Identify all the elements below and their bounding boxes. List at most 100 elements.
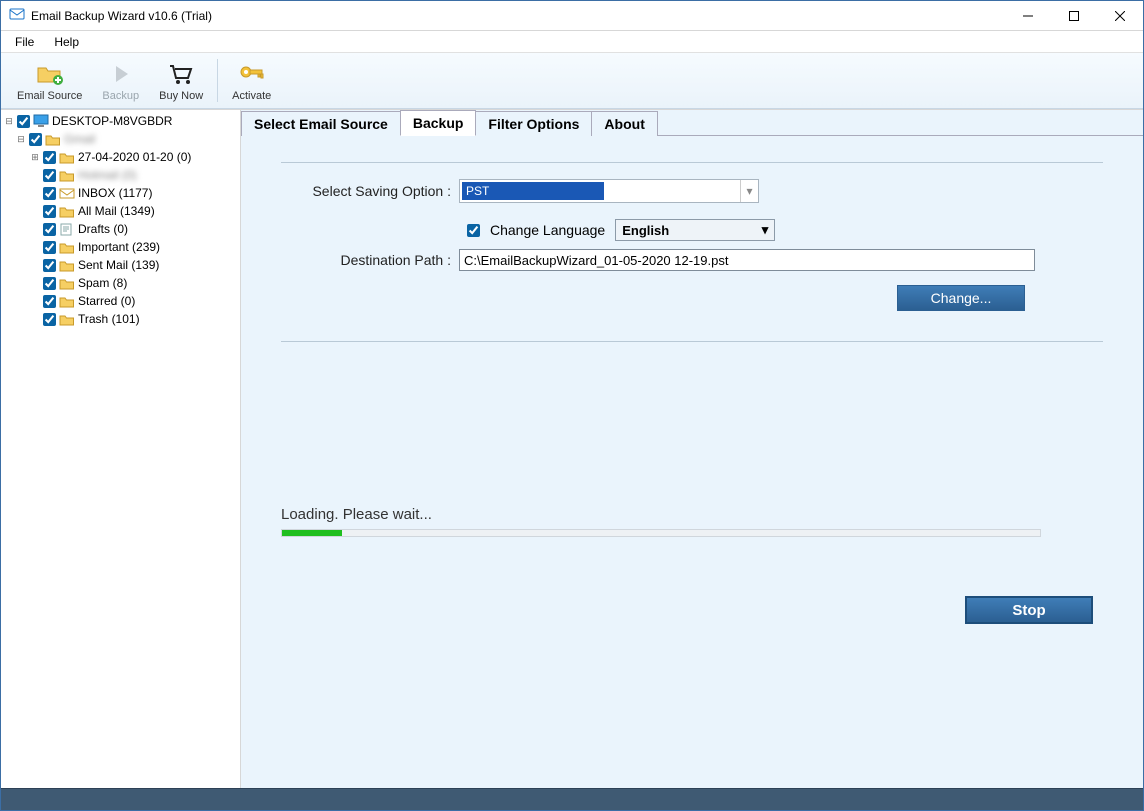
titlebar: Email Backup Wizard v10.6 (Trial) [1, 1, 1143, 31]
computer-icon [33, 114, 49, 128]
toolbar-email-source-label: Email Source [17, 90, 82, 102]
tree-folder-label: Starred (0) [78, 294, 135, 308]
backup-tab-content: Select Saving Option : PST ▾ Change Lang… [241, 136, 1143, 788]
folder-add-icon [36, 60, 64, 88]
toolbar-buy-now[interactable]: Buy Now [149, 53, 213, 108]
progress-bar-fill [282, 530, 342, 536]
change-button[interactable]: Change... [897, 285, 1025, 311]
tree-folder-checkbox[interactable] [43, 187, 56, 200]
folder-open-icon [45, 133, 61, 146]
menu-file[interactable]: File [5, 33, 44, 51]
tree-folder-label: 27-04-2020 01-20 (0) [78, 150, 191, 164]
tree-folder-label: Spam (8) [78, 276, 127, 290]
saving-option-value: PST [462, 182, 604, 200]
tree-account-checkbox[interactable] [29, 133, 42, 146]
saving-option-label: Select Saving Option : [281, 183, 459, 199]
inbox-icon [59, 187, 75, 200]
tab-select-email-source[interactable]: Select Email Source [241, 111, 401, 136]
tree-root-label: DESKTOP-M8VGBDR [52, 114, 172, 128]
folder-icon [59, 151, 75, 164]
tree-folder-label: Hotmail (0) [78, 168, 137, 182]
tree-folder-label: Important (239) [78, 240, 160, 254]
tree-folder-label: Trash (101) [78, 312, 140, 326]
destination-path-label: Destination Path : [281, 252, 459, 268]
language-value: English [622, 223, 669, 238]
tree-folder-checkbox[interactable] [43, 277, 56, 290]
minimize-button[interactable] [1005, 1, 1051, 31]
folder-icon [59, 259, 75, 272]
tree-folder-row[interactable]: All Mail (1349) [1, 202, 240, 220]
folder-icon [59, 277, 75, 290]
stop-button[interactable]: Stop [965, 596, 1093, 624]
tree-folder-row[interactable]: Starred (0) [1, 292, 240, 310]
collapse-icon[interactable]: ⊟ [3, 116, 15, 127]
main-panel: Select Email Source Backup Filter Option… [241, 110, 1143, 788]
tab-filter-options[interactable]: Filter Options [475, 111, 592, 136]
chevron-down-icon: ▾ [740, 180, 758, 202]
window-title: Email Backup Wizard v10.6 (Trial) [31, 9, 1005, 23]
language-select[interactable]: English ▾ [615, 219, 775, 241]
loading-text: Loading. Please wait... [281, 506, 1103, 523]
folder-icon [59, 241, 75, 254]
tree-folder-row[interactable]: INBOX (1177) [1, 184, 240, 202]
tree-folder-checkbox[interactable] [43, 241, 56, 254]
divider [281, 341, 1103, 342]
maximize-button[interactable] [1051, 1, 1097, 31]
tabs: Select Email Source Backup Filter Option… [241, 110, 1143, 136]
progress-bar [281, 529, 1041, 537]
menubar: File Help [1, 31, 1143, 53]
tree-folder-row[interactable]: Spam (8) [1, 274, 240, 292]
key-icon [238, 60, 266, 88]
expand-icon[interactable]: ⊞ [29, 152, 41, 163]
drafts-icon [59, 223, 75, 236]
tree-folder-checkbox[interactable] [43, 259, 56, 272]
tree-folder-checkbox[interactable] [43, 313, 56, 326]
tree-folder-label: All Mail (1349) [78, 204, 155, 218]
destination-path-input[interactable] [459, 249, 1035, 271]
toolbar: Email Source Backup Buy Now Acti [1, 53, 1143, 109]
tree-folder-row[interactable]: ⊞ 27-04-2020 01-20 (0) [1, 148, 240, 166]
tab-about[interactable]: About [591, 111, 657, 136]
tree-account-row[interactable]: ⊟ Gmail [1, 130, 240, 148]
close-button[interactable] [1097, 1, 1143, 31]
tree-folder-row[interactable]: Drafts (0) [1, 220, 240, 238]
collapse-icon[interactable]: ⊟ [15, 134, 27, 145]
tree-folder-row[interactable]: Hotmail (0) [1, 166, 240, 184]
tree-account-label: Gmail [64, 132, 95, 146]
tree-folder-checkbox[interactable] [43, 151, 56, 164]
toolbar-activate-label: Activate [232, 90, 271, 102]
folder-tree[interactable]: ⊟ DESKTOP-M8VGBDR ⊟ Gmail ⊞ 27-04-2020 0… [1, 110, 241, 788]
saving-option-combo[interactable]: PST ▾ [459, 179, 759, 203]
play-icon [110, 60, 132, 88]
toolbar-activate[interactable]: Activate [222, 53, 281, 108]
cart-icon [168, 60, 194, 88]
folder-icon [59, 295, 75, 308]
toolbar-backup-label: Backup [102, 90, 139, 102]
change-language-label: Change Language [490, 222, 605, 238]
tree-folder-row[interactable]: Important (239) [1, 238, 240, 256]
menu-help[interactable]: Help [44, 33, 89, 51]
tab-backup[interactable]: Backup [400, 110, 477, 136]
folder-icon [59, 205, 75, 218]
folder-icon [59, 169, 75, 182]
toolbar-backup: Backup [92, 53, 149, 108]
chevron-down-icon: ▾ [762, 222, 769, 238]
tree-folder-row[interactable]: Trash (101) [1, 310, 240, 328]
tree-root-checkbox[interactable] [17, 115, 30, 128]
tree-root-row[interactable]: ⊟ DESKTOP-M8VGBDR [1, 112, 240, 130]
divider [281, 162, 1103, 163]
tree-folder-label: Drafts (0) [78, 222, 128, 236]
tree-folder-label: Sent Mail (139) [78, 258, 159, 272]
status-bar [1, 788, 1143, 810]
tree-folder-checkbox[interactable] [43, 169, 56, 182]
folder-icon [59, 313, 75, 326]
tree-folder-checkbox[interactable] [43, 223, 56, 236]
app-icon [9, 6, 25, 25]
toolbar-email-source[interactable]: Email Source [7, 53, 92, 108]
tree-folder-row[interactable]: Sent Mail (139) [1, 256, 240, 274]
toolbar-buy-now-label: Buy Now [159, 90, 203, 102]
tree-folder-checkbox[interactable] [43, 205, 56, 218]
tree-folder-checkbox[interactable] [43, 295, 56, 308]
change-language-checkbox[interactable] [467, 224, 480, 237]
tree-folder-label: INBOX (1177) [78, 186, 152, 200]
